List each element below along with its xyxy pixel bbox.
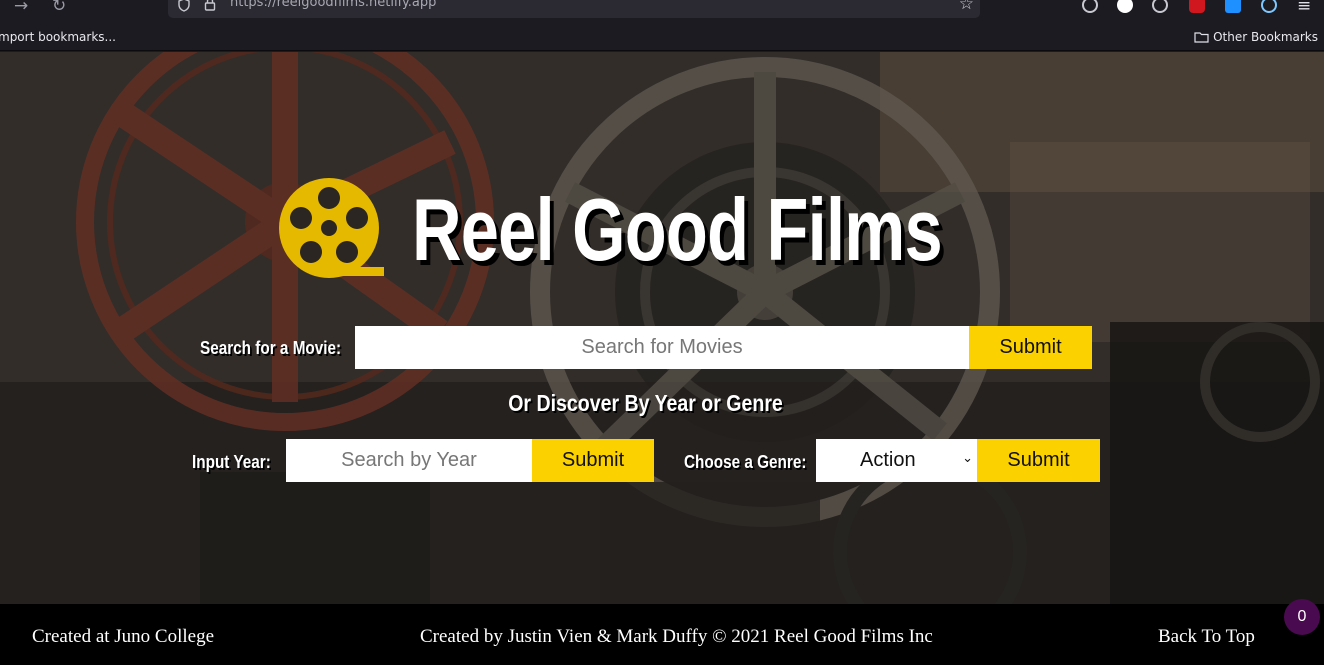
other-bookmarks-label: Other Bookmarks — [1213, 30, 1318, 44]
import-bookmarks-link[interactable]: mport bookmarks... — [0, 30, 116, 44]
extension-m-icon[interactable] — [1117, 0, 1133, 13]
genre-label: Choose a Genre: — [684, 452, 807, 472]
footer-copyright: Created by Justin Vien & Mark Duffy © 20… — [420, 626, 933, 647]
reload-icon[interactable]: ↻ — [52, 0, 66, 15]
footer-college-credit: Created at Juno College — [32, 626, 215, 647]
discover-heading: Or Discover By Year or Genre — [0, 390, 1292, 417]
extension-blue-icon[interactable] — [1225, 0, 1241, 13]
year-label: Input Year: — [192, 452, 271, 472]
page-footer: Created at Juno College Created by Justi… — [0, 604, 1324, 665]
url-text: https://reelgoodfilms.netlify.app — [230, 0, 437, 10]
browser-toolbar: → ↻ https://reelgoodfilms.netlify.app ☆ … — [0, 0, 1324, 25]
brand-header: Reel Good Films — [276, 176, 1091, 284]
movie-search-label: Search for a Movie: — [200, 338, 342, 358]
movie-search-submit-button[interactable]: Submit — [969, 326, 1092, 369]
hero-section: Reel Good Films Search for a Movie: Subm… — [0, 52, 1324, 604]
pocket-icon[interactable] — [1082, 0, 1098, 13]
back-to-top-link[interactable]: Back To Top — [1158, 626, 1255, 648]
genre-select[interactable]: Action ⌄ — [816, 439, 977, 482]
year-input[interactable] — [286, 439, 532, 482]
other-bookmarks-link[interactable]: Other Bookmarks — [1194, 30, 1318, 44]
genre-selected-value: Action — [860, 449, 916, 471]
forward-icon[interactable]: → — [14, 0, 28, 15]
discover-heading-text: Or Discover By Year or Genre — [508, 390, 784, 416]
folder-icon — [1194, 32, 1209, 43]
movie-search-input[interactable] — [355, 326, 969, 369]
react-devtools-icon[interactable] — [1261, 0, 1277, 13]
chevron-down-icon: ⌄ — [962, 451, 973, 466]
notification-badge[interactable]: 0 — [1284, 599, 1320, 635]
year-submit-button[interactable]: Submit — [532, 439, 654, 482]
ublock-icon[interactable] — [1189, 0, 1205, 13]
globe-icon[interactable] — [1152, 0, 1168, 13]
page-title: Reel Good Films — [412, 180, 943, 279]
genre-submit-button[interactable]: Submit — [977, 439, 1100, 482]
url-bar[interactable]: https://reelgoodfilms.netlify.app ☆ — [168, 0, 980, 18]
menu-icon[interactable]: ≡ — [1297, 0, 1311, 15]
bookmark-star-icon[interactable]: ☆ — [959, 0, 974, 14]
film-reel-icon — [279, 178, 384, 278]
bookmarks-bar: mport bookmarks... Other Bookmarks — [0, 25, 1324, 51]
shield-icon — [178, 0, 190, 12]
lock-icon — [204, 0, 216, 11]
